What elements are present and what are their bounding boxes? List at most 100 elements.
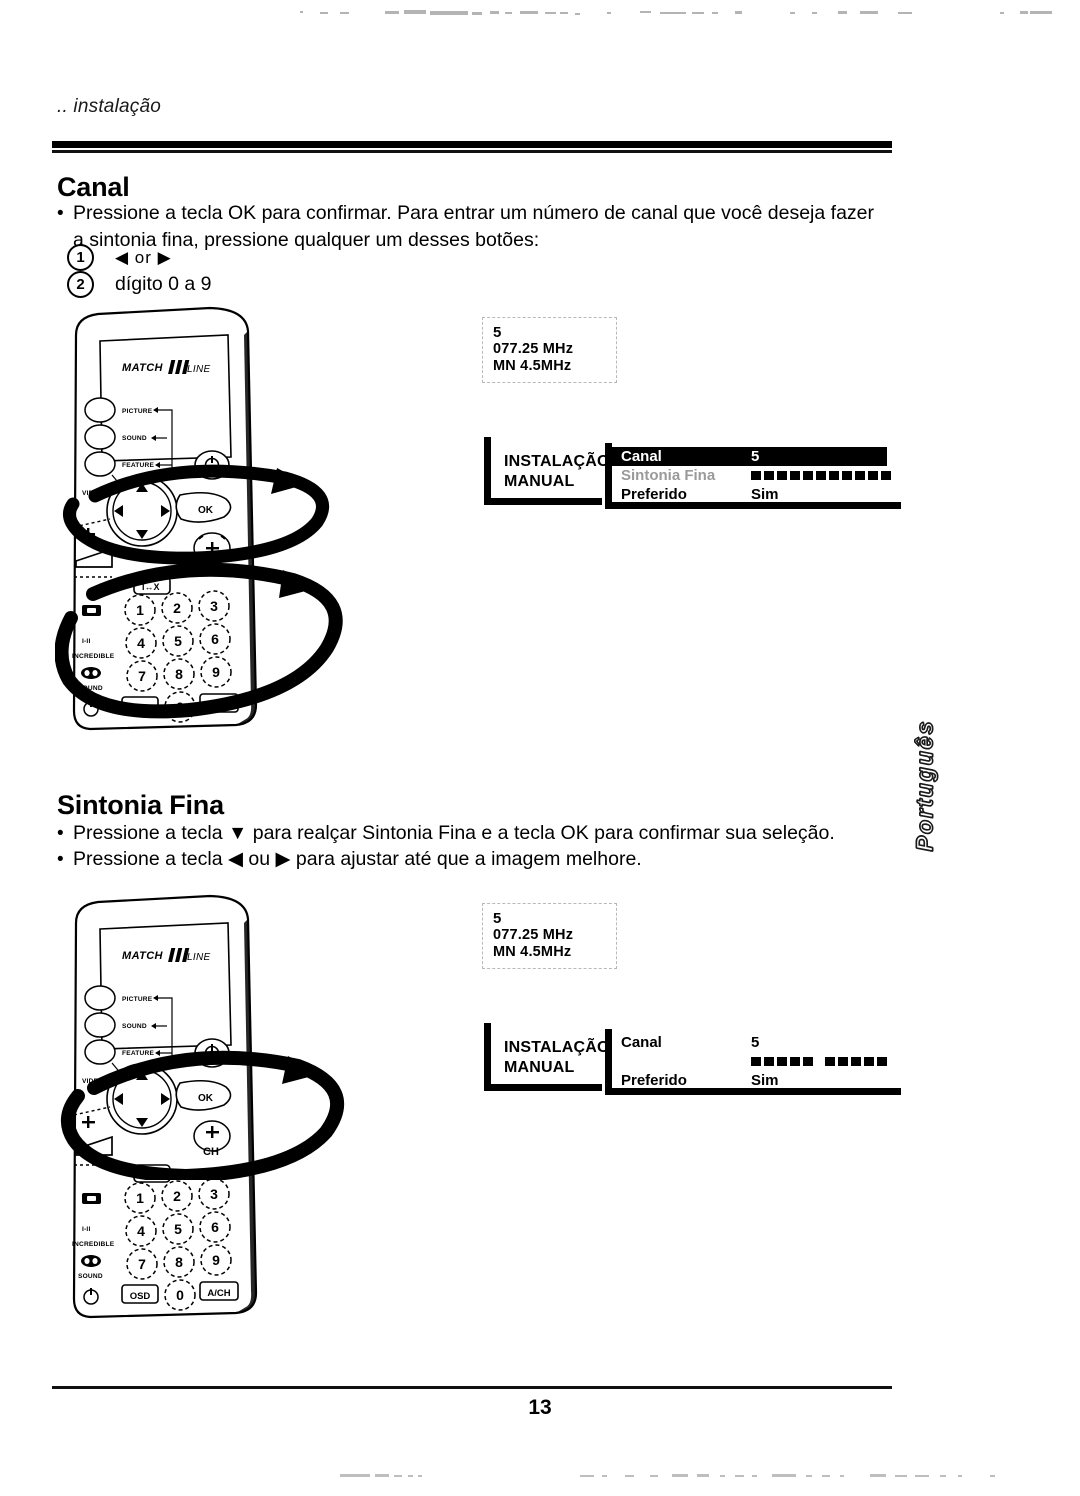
osd-title-line1-1: INSTALAÇÃO [504, 453, 610, 470]
svg-text:MATCH: MATCH [122, 362, 164, 374]
osd-menu-body-2: Canal 5 Preferido Sim [605, 1029, 901, 1095]
svg-text:4: 4 [137, 635, 145, 651]
svg-text:5: 5 [174, 633, 182, 649]
svg-text:A/CH: A/CH [207, 1288, 230, 1299]
power-button-icon [194, 450, 230, 480]
svg-text:INCREDIBLE: INCREDIBLE [72, 653, 115, 660]
osd-channel-number-1: 5 [493, 324, 502, 341]
header-rule [52, 141, 892, 153]
mute-button: I↔X [133, 1164, 171, 1183]
osd-row-canal-2[interactable]: Canal 5 [612, 1033, 901, 1052]
footer-rule [52, 1386, 892, 1389]
bullet-marker: • [57, 823, 64, 844]
osd-row-label: Sintonia Fina [621, 467, 716, 484]
language-side-tab: Português [905, 700, 945, 870]
svg-text:I↔X: I↔X [142, 1170, 160, 1180]
scan-noise-bottom [340, 1474, 995, 1477]
section-title-canal: Canal [57, 172, 130, 202]
running-head: .. instalação [57, 96, 161, 117]
svg-text:LINE: LINE [187, 364, 210, 375]
svg-text:0: 0 [176, 1287, 184, 1303]
osd-system-1: MN 4.5MHz [493, 358, 572, 374]
mute-button: I↔X [133, 576, 171, 595]
header-rule-thick [52, 141, 892, 148]
numbered-item-2: 2 dígito 0 a 9 [67, 271, 212, 298]
osd-row-canal-1[interactable]: Canal 5 [612, 447, 887, 466]
svg-text:3: 3 [210, 1186, 218, 1202]
svg-text:1: 1 [136, 1190, 144, 1206]
osd-frequency-2: 077.25 MHz [493, 927, 574, 943]
remote-control-illustration-1: MATCH LINE PICTURE SOUND FEATURE VIDEO O… [72, 306, 258, 731]
scan-noise-top [300, 10, 1052, 15]
page-number: 13 [528, 1396, 552, 1419]
osd-menu-title-panel-1: INSTALAÇÃO MANUAL [484, 437, 610, 505]
channel-label: CH [203, 1146, 219, 1158]
sintonia-bullet-1: • Pressione a tecla ▼ para realçar Sinto… [57, 820, 835, 847]
svg-text:OSD: OSD [130, 1291, 151, 1302]
numbered-item-1: 1 ◀ or ▶ [67, 244, 212, 271]
svg-text:7: 7 [138, 1256, 146, 1272]
svg-text:OK: OK [198, 505, 214, 516]
osd-row-value: Sim [751, 486, 779, 503]
svg-text:OSD: OSD [130, 703, 151, 714]
osd-title-line1-2: INSTALAÇÃO [504, 1039, 610, 1056]
svg-text:SOUND: SOUND [122, 1023, 147, 1030]
canal-numbered-list: 1 ◀ or ▶ 2 dígito 0 a 9 [67, 244, 212, 298]
svg-text:SOUND: SOUND [78, 685, 103, 692]
osd-row-value: 5 [751, 448, 760, 465]
osd-row-sintonia-1[interactable]: Sintonia Fina [612, 466, 901, 485]
language-side-tab-text: Português [911, 718, 938, 851]
osd-title-tick-2 [484, 1023, 491, 1032]
svg-text:6: 6 [211, 631, 219, 647]
osd-frequency-box-1: 5 077.25 MHz MN 4.5MHz [482, 317, 617, 383]
svg-text:1: 1 [136, 602, 144, 618]
osd-row-preferido-2[interactable]: Preferido Sim [612, 1071, 901, 1090]
osd-title-tick-1 [484, 437, 491, 446]
ok-button: OK [175, 1079, 232, 1111]
dpad [106, 475, 178, 547]
osd-menu-title-text-2: INSTALAÇÃO MANUAL [504, 1038, 610, 1078]
svg-text:LINE: LINE [187, 952, 210, 963]
svg-text:VIDEO: VIDEO [82, 490, 104, 497]
sintonia-bullet-2: • Pressione a tecla ◀ ou ▶ para ajustar … [57, 846, 642, 873]
numbered-item-1-text: ◀ or ▶ [115, 247, 172, 267]
svg-text:OK: OK [198, 1093, 214, 1104]
power-button-icon [194, 1038, 230, 1068]
svg-text:I↔X: I↔X [142, 582, 160, 592]
osd-row-value: Sim [751, 1072, 779, 1089]
osd-menu-title-panel-2: INSTALAÇÃO MANUAL [484, 1023, 610, 1091]
svg-text:PICTURE: PICTURE [122, 408, 153, 415]
svg-text:9: 9 [212, 664, 220, 680]
svg-text:2: 2 [173, 1188, 181, 1204]
osd-channel-number-2: 5 [493, 910, 502, 927]
dpad [106, 1063, 178, 1135]
osd-system-2: MN 4.5MHz [493, 944, 572, 960]
svg-text:MATCH: MATCH [122, 950, 164, 962]
svg-text:4: 4 [137, 1223, 145, 1239]
remote-control-illustration-2: MATCH LINE PICTURE SOUND FEATURE VIDEO O… [72, 894, 258, 1319]
document-page: .. instalação Canal • Pressione a tecla … [0, 0, 1080, 1496]
osd-row-label: Preferido [621, 1072, 687, 1089]
circle-number-2: 2 [67, 271, 94, 298]
osd-row-value: 5 [751, 1034, 760, 1051]
osd-frequency-box-2: 5 077.25 MHz MN 4.5MHz [482, 903, 617, 969]
svg-text:8: 8 [175, 666, 183, 682]
osd-row-sintonia-2[interactable] [612, 1052, 901, 1071]
bullet-marker: • [57, 203, 64, 224]
svg-text:5: 5 [174, 1221, 182, 1237]
svg-text:9: 9 [212, 1252, 220, 1268]
osd-row-preferido-1[interactable]: Preferido Sim [612, 485, 901, 504]
header-rule-thin [52, 150, 892, 153]
osd-row-label: Preferido [621, 486, 687, 503]
svg-text:SOUND: SOUND [122, 435, 147, 442]
svg-text:7: 7 [138, 668, 146, 684]
osd-level-bar-1 [751, 471, 891, 480]
osd-title-line2-1: MANUAL [504, 473, 575, 490]
svg-text:8: 8 [175, 1254, 183, 1270]
osd-row-label: Canal [621, 1034, 662, 1051]
osd-menu-title-text-1: INSTALAÇÃO MANUAL [504, 452, 610, 492]
svg-text:0: 0 [176, 699, 184, 715]
osd-level-bar-2 [751, 1057, 887, 1066]
sintonia-bullet-1-text: Pressione a tecla ▼ para realçar Sintoni… [73, 822, 835, 844]
svg-text:PICTURE: PICTURE [122, 996, 153, 1003]
